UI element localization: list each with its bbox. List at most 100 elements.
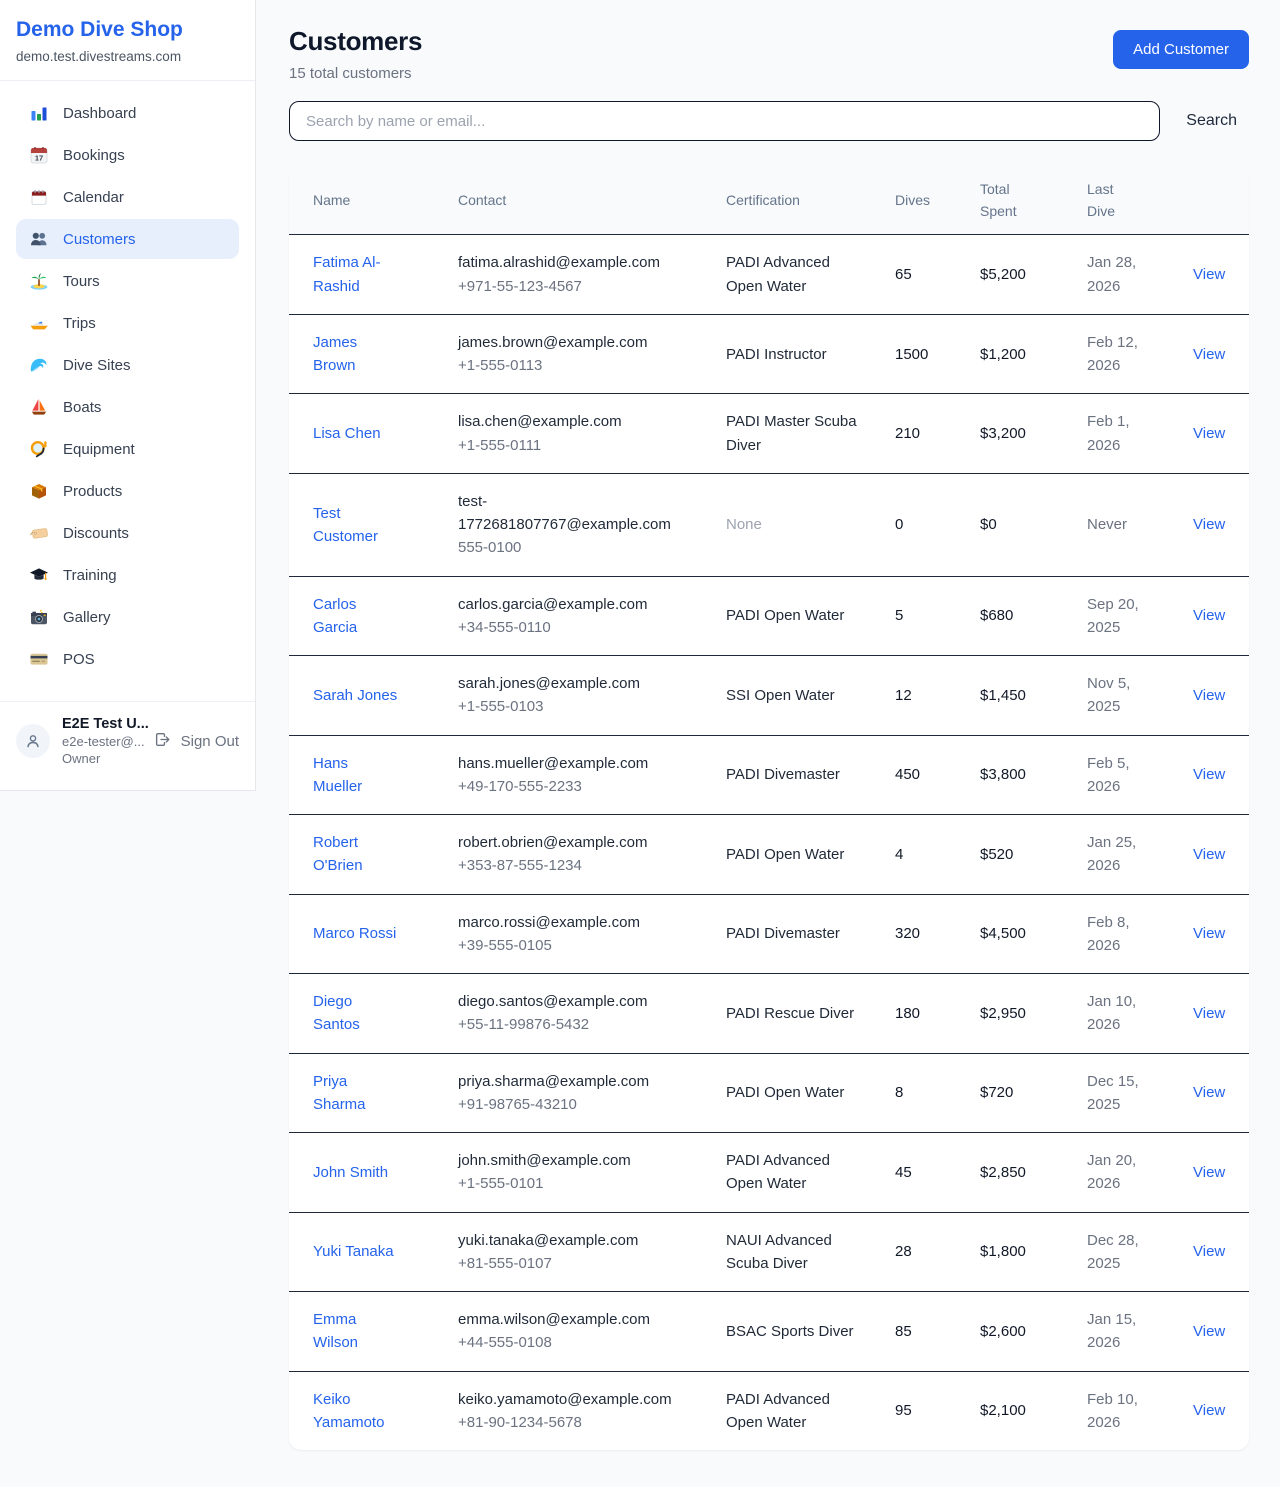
customer-dives: 320 xyxy=(895,922,948,945)
customer-name-link[interactable]: James Brown xyxy=(313,334,357,374)
avatar xyxy=(16,724,50,758)
customer-dives: 85 xyxy=(895,1320,948,1343)
customer-name-link[interactable]: Diego Santos xyxy=(313,993,360,1033)
customer-name-link[interactable]: Keiko Yamamoto xyxy=(313,1391,384,1431)
customer-phone: +1-555-0103 xyxy=(458,695,694,718)
camera-icon xyxy=(29,607,49,627)
sidebar-item-trips[interactable]: Trips xyxy=(16,303,239,343)
customer-last-dive: Never xyxy=(1087,513,1161,536)
view-customer-link[interactable]: View xyxy=(1193,1164,1225,1181)
customer-total-spent: $4,500 xyxy=(980,922,1055,945)
column-certification: Certification xyxy=(702,167,871,235)
sidebar-item-calendar[interactable]: Calendar xyxy=(16,177,239,217)
view-customer-link[interactable]: View xyxy=(1193,925,1225,942)
user-section: E2E Test U... e2e-tester@... Owner Sign … xyxy=(0,701,255,784)
customer-name-link[interactable]: Emma Wilson xyxy=(313,1311,358,1351)
table-row: Sarah Jonessarah.jones@example.com+1-555… xyxy=(289,656,1249,736)
table-row: Priya Sharmapriya.sharma@example.com+91-… xyxy=(289,1053,1249,1133)
sidebar-item-label: Dashboard xyxy=(63,105,136,122)
customer-name-link[interactable]: Carlos Garcia xyxy=(313,596,357,636)
customer-email: fatima.alrashid@example.com xyxy=(458,251,694,274)
sidebar-item-tours[interactable]: Tours xyxy=(16,261,239,301)
package-icon xyxy=(29,481,49,501)
customer-dives: 45 xyxy=(895,1161,948,1184)
customer-name-link[interactable]: Robert O'Brien xyxy=(313,834,363,874)
add-customer-button[interactable]: Add Customer xyxy=(1113,30,1249,69)
customers-table-card: Name Contact Certification Dives Total S… xyxy=(289,167,1249,1450)
user-role: Owner xyxy=(62,751,142,766)
view-customer-link[interactable]: View xyxy=(1193,766,1225,783)
table-row: Keiko Yamamotokeiko.yamamoto@example.com… xyxy=(289,1371,1249,1450)
view-customer-link[interactable]: View xyxy=(1193,346,1225,363)
view-customer-link[interactable]: View xyxy=(1193,687,1225,704)
sidebar-item-dashboard[interactable]: Dashboard xyxy=(16,93,239,133)
customer-total-spent: $520 xyxy=(980,843,1055,866)
sidebar-item-equipment[interactable]: Equipment xyxy=(16,429,239,469)
customer-last-dive: Dec 28, 2025 xyxy=(1087,1229,1161,1276)
sidebar-item-label: Products xyxy=(63,483,122,500)
customer-name-link[interactable]: Yuki Tanaka xyxy=(313,1243,394,1260)
customer-name-link[interactable]: Sarah Jones xyxy=(313,687,397,704)
customer-dives: 1500 xyxy=(895,343,948,366)
customer-last-dive: Jan 15, 2026 xyxy=(1087,1308,1161,1355)
customer-name-link[interactable]: Hans Mueller xyxy=(313,755,362,795)
table-row: Yuki Tanakayuki.tanaka@example.com+81-55… xyxy=(289,1212,1249,1292)
customer-phone: +1-555-0101 xyxy=(458,1172,694,1195)
sidebar-item-gallery[interactable]: Gallery xyxy=(16,597,239,637)
customer-email: lisa.chen@example.com xyxy=(458,410,694,433)
user-email: e2e-tester@... xyxy=(62,734,142,749)
sidebar-item-dive-sites[interactable]: Dive Sites xyxy=(16,345,239,385)
sidebar-item-discounts[interactable]: Discounts xyxy=(16,513,239,553)
view-customer-link[interactable]: View xyxy=(1193,1084,1225,1101)
customer-phone: +44-555-0108 xyxy=(458,1331,694,1354)
sidebar-item-label: Boats xyxy=(63,399,101,416)
view-customer-link[interactable]: View xyxy=(1193,516,1225,533)
table-row: Robert O'Brienrobert.obrien@example.com+… xyxy=(289,815,1249,895)
search-input[interactable] xyxy=(289,101,1160,141)
view-customer-link[interactable]: View xyxy=(1193,607,1225,624)
view-customer-link[interactable]: View xyxy=(1193,846,1225,863)
sidebar-item-products[interactable]: Products xyxy=(16,471,239,511)
customer-total-spent: $2,950 xyxy=(980,1002,1055,1025)
customer-certification: SSI Open Water xyxy=(726,684,863,707)
shop-subdomain: demo.test.divestreams.com xyxy=(16,49,239,64)
wave-icon xyxy=(29,355,49,375)
sidebar-item-pos[interactable]: POS xyxy=(16,639,239,679)
table-row: John Smithjohn.smith@example.com+1-555-0… xyxy=(289,1133,1249,1213)
view-customer-link[interactable]: View xyxy=(1193,1243,1225,1260)
customer-name-link[interactable]: Lisa Chen xyxy=(313,425,381,442)
view-customer-link[interactable]: View xyxy=(1193,1323,1225,1340)
customer-total-spent: $720 xyxy=(980,1081,1055,1104)
customer-total-spent: $1,200 xyxy=(980,343,1055,366)
view-customer-link[interactable]: View xyxy=(1193,1005,1225,1022)
customer-name-link[interactable]: Marco Rossi xyxy=(313,925,396,942)
customers-table: Name Contact Certification Dives Total S… xyxy=(289,167,1249,1450)
sidebar-item-label: Discounts xyxy=(63,525,129,542)
sidebar-item-training[interactable]: Training xyxy=(16,555,239,595)
view-customer-link[interactable]: View xyxy=(1193,1402,1225,1419)
customer-phone: +81-90-1234-5678 xyxy=(458,1411,694,1434)
customer-dives: 8 xyxy=(895,1081,948,1104)
customer-phone: 555-0100 xyxy=(458,536,694,559)
customer-name-link[interactable]: John Smith xyxy=(313,1164,388,1181)
customer-name-link[interactable]: Priya Sharma xyxy=(313,1073,366,1113)
sign-out-button[interactable]: Sign Out xyxy=(154,731,239,751)
view-customer-link[interactable]: View xyxy=(1193,425,1225,442)
view-customer-link[interactable]: View xyxy=(1193,266,1225,283)
customer-total-spent: $1,450 xyxy=(980,684,1055,707)
customer-name-link[interactable]: Fatima Al-Rashid xyxy=(313,254,381,294)
customer-certification: BSAC Sports Diver xyxy=(726,1320,863,1343)
user-info: E2E Test U... e2e-tester@... Owner xyxy=(62,716,142,766)
customer-email: carlos.garcia@example.com xyxy=(458,593,694,616)
sidebar-item-bookings[interactable]: 17Bookings xyxy=(16,135,239,175)
calendar-17-icon: 17 xyxy=(29,145,49,165)
sidebar-item-boats[interactable]: Boats xyxy=(16,387,239,427)
customer-name-link[interactable]: Test Customer xyxy=(313,505,378,545)
grad-cap-icon xyxy=(29,565,49,585)
customer-total-spent: $2,850 xyxy=(980,1161,1055,1184)
search-button[interactable]: Search xyxy=(1186,112,1237,130)
customer-last-dive: Feb 5, 2026 xyxy=(1087,752,1161,799)
sidebar-item-customers[interactable]: Customers xyxy=(16,219,239,259)
customer-certification: PADI Divemaster xyxy=(726,922,863,945)
customer-email: test-1772681807767@example.com xyxy=(458,490,694,537)
